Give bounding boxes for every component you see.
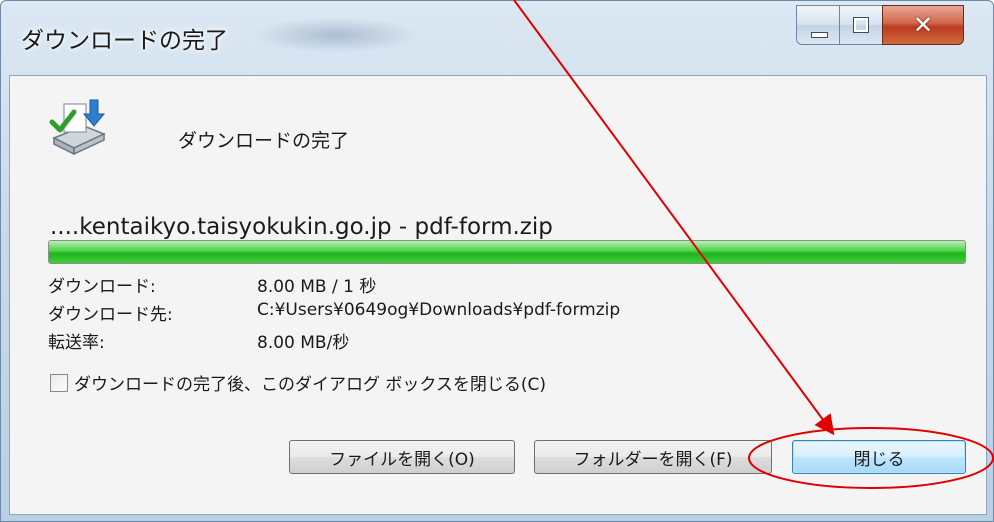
download-complete-icon — [49, 99, 106, 156]
close-button[interactable]: 閉じる — [792, 440, 966, 474]
open-file-button[interactable]: ファイルを開く(O) — [289, 440, 515, 474]
download-label: ダウンロード: — [48, 277, 156, 297]
destination-value: C:¥Users¥0649og¥Downloads¥pdf-formzip — [257, 300, 621, 320]
maximize-icon — [853, 17, 869, 33]
minimize-icon — [811, 32, 828, 38]
close-after-download-checkbox[interactable] — [50, 373, 68, 392]
destination-label: ダウンロード先: — [48, 305, 173, 325]
close-after-download-label[interactable]: ダウンロードの完了後、このダイアログ ボックスを閉じる(C) — [74, 370, 546, 395]
maximize-button[interactable] — [839, 5, 883, 45]
window-title: ダウンロードの完了 — [21, 28, 228, 54]
file-name: ....kentaikyo.taisyokukin.go.jp - pdf-fo… — [50, 214, 553, 240]
download-value: 8.00 MB / 1 秒 — [257, 277, 377, 297]
caption-buttons: ✕ — [796, 5, 964, 47]
transfer-rate-label: 転送率: — [48, 333, 105, 353]
minimize-button[interactable] — [796, 5, 840, 45]
progress-bar — [48, 240, 966, 264]
close-after-download-option[interactable]: ダウンロードの完了後、このダイアログ ボックスを閉じる(C) — [50, 370, 546, 395]
title-glow — [251, 17, 421, 53]
open-folder-button[interactable]: フォルダーを開く(F) — [534, 440, 772, 474]
dialog-heading: ダウンロードの完了 — [178, 130, 350, 152]
dialog-body: ダウンロードの完了 ....kentaikyo.taisyokukin.go.j… — [9, 75, 987, 515]
close-icon: ✕ — [912, 11, 934, 39]
title-bar[interactable]: ダウンロードの完了 ✕ — [1, 1, 994, 73]
transfer-rate-value: 8.00 MB/秒 — [257, 333, 350, 353]
close-window-button[interactable]: ✕ — [882, 5, 964, 45]
progress-fill — [49, 241, 965, 263]
download-complete-window: ダウンロードの完了 ✕ ダウンロードの完了 ....kentaikyo.tais… — [0, 0, 994, 522]
